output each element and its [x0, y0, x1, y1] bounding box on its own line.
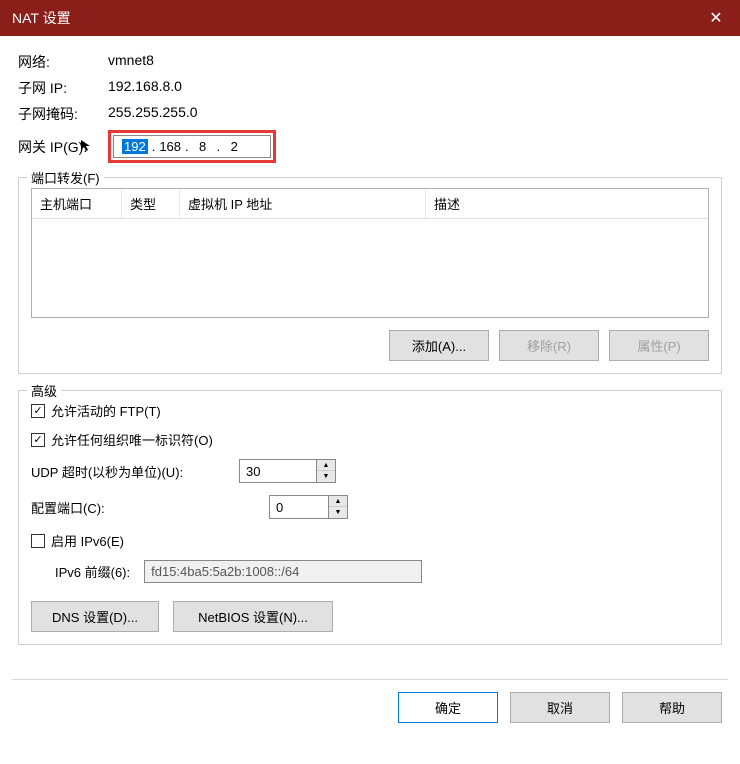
cfg-up-icon[interactable]: ▲ — [329, 496, 347, 507]
network-label: 网络: — [18, 52, 108, 72]
udp-down-icon[interactable]: ▼ — [317, 471, 335, 482]
remove-button: 移除(R) — [499, 330, 599, 361]
subnet-ip-value: 192.168.8.0 — [108, 78, 182, 98]
ip-seg-4[interactable]: 2 — [224, 139, 244, 154]
ipv6-prefix-input — [144, 560, 422, 583]
dns-settings-button[interactable]: DNS 设置(D)... — [31, 601, 159, 632]
close-button[interactable]: ✕ — [692, 0, 740, 36]
enable-ipv6-label: 启用 IPv6(E) — [51, 531, 124, 550]
advanced-title: 高级 — [27, 381, 61, 400]
window-title: NAT 设置 — [12, 8, 692, 28]
allow-ftp-row: 允许活动的 FTP(T) — [31, 401, 709, 420]
ip-seg-2[interactable]: 168 — [159, 139, 181, 154]
ipv6-prefix-label: IPv6 前缀(6): — [55, 562, 130, 581]
advanced-group: 高级 允许活动的 FTP(T) 允许任何组织唯一标识符(O) UDP 超时(以秒… — [18, 390, 722, 645]
enable-ipv6-row: 启用 IPv6(E) — [31, 531, 709, 550]
add-button[interactable]: 添加(A)... — [389, 330, 489, 361]
gateway-row: 网关 IP(G): 192 . 168 . 8 . 2 — [18, 130, 722, 163]
close-icon: ✕ — [709, 8, 722, 28]
dialog-footer: 确定 取消 帮助 — [12, 679, 728, 735]
gateway-ip-input[interactable]: 192 . 168 . 8 . 2 — [113, 135, 271, 158]
subnet-ip-label: 子网 IP: — [18, 78, 108, 98]
allow-oui-row: 允许任何组织唯一标识符(O) — [31, 430, 709, 449]
udp-timeout-label: UDP 超时(以秒为单位)(U): — [31, 462, 231, 481]
udp-up-icon[interactable]: ▲ — [317, 460, 335, 471]
allow-ftp-label: 允许活动的 FTP(T) — [51, 401, 161, 420]
config-port-spinner[interactable]: ▲ ▼ — [269, 495, 348, 519]
th-type[interactable]: 类型 — [122, 189, 180, 218]
title-bar: NAT 设置 ✕ — [0, 0, 740, 36]
port-forward-group: 端口转发(F) 主机端口 类型 虚拟机 IP 地址 描述 添加(A)... 移除… — [18, 177, 722, 374]
config-port-label: 配置端口(C): — [31, 498, 261, 517]
ip-seg-3[interactable]: 8 — [193, 139, 213, 154]
ip-seg-1[interactable]: 192 — [122, 139, 148, 154]
config-port-row: 配置端口(C): ▲ ▼ — [31, 495, 709, 519]
subnet-mask-value: 255.255.255.0 — [108, 104, 198, 124]
udp-timeout-spinner[interactable]: ▲ ▼ — [239, 459, 336, 483]
advanced-buttons-row: DNS 设置(D)... NetBIOS 设置(N)... — [31, 601, 709, 632]
netbios-settings-button[interactable]: NetBIOS 设置(N)... — [173, 601, 333, 632]
subnet-ip-row: 子网 IP: 192.168.8.0 — [18, 78, 722, 98]
subnet-mask-row: 子网掩码: 255.255.255.0 — [18, 104, 722, 124]
properties-button: 属性(P) — [609, 330, 709, 361]
gateway-highlight-box: 192 . 168 . 8 . 2 — [108, 130, 276, 163]
port-buttons-row: 添加(A)... 移除(R) 属性(P) — [31, 330, 709, 361]
subnet-mask-label: 子网掩码: — [18, 104, 108, 124]
ok-button[interactable]: 确定 — [398, 692, 498, 723]
th-host-port[interactable]: 主机端口 — [32, 189, 122, 218]
port-forward-title: 端口转发(F) — [27, 168, 104, 187]
allow-ftp-checkbox[interactable] — [31, 404, 45, 418]
port-forward-table[interactable]: 主机端口 类型 虚拟机 IP 地址 描述 — [31, 188, 709, 318]
gateway-label: 网关 IP(G): — [18, 137, 108, 157]
allow-oui-label: 允许任何组织唯一标识符(O) — [51, 430, 213, 449]
ipv6-prefix-row: IPv6 前缀(6): — [55, 560, 709, 583]
table-header-row: 主机端口 类型 虚拟机 IP 地址 描述 — [32, 189, 708, 219]
network-value: vmnet8 — [108, 52, 154, 72]
help-button[interactable]: 帮助 — [622, 692, 722, 723]
th-vm-ip[interactable]: 虚拟机 IP 地址 — [180, 189, 426, 218]
udp-timeout-row: UDP 超时(以秒为单位)(U): ▲ ▼ — [31, 459, 709, 483]
cfg-down-icon[interactable]: ▼ — [329, 507, 347, 518]
config-port-input[interactable] — [269, 495, 329, 519]
enable-ipv6-checkbox[interactable] — [31, 534, 45, 548]
udp-timeout-input[interactable] — [239, 459, 317, 483]
cancel-button[interactable]: 取消 — [510, 692, 610, 723]
th-desc[interactable]: 描述 — [426, 189, 708, 218]
network-row: 网络: vmnet8 — [18, 52, 722, 72]
cursor-icon — [80, 139, 94, 153]
allow-oui-checkbox[interactable] — [31, 433, 45, 447]
